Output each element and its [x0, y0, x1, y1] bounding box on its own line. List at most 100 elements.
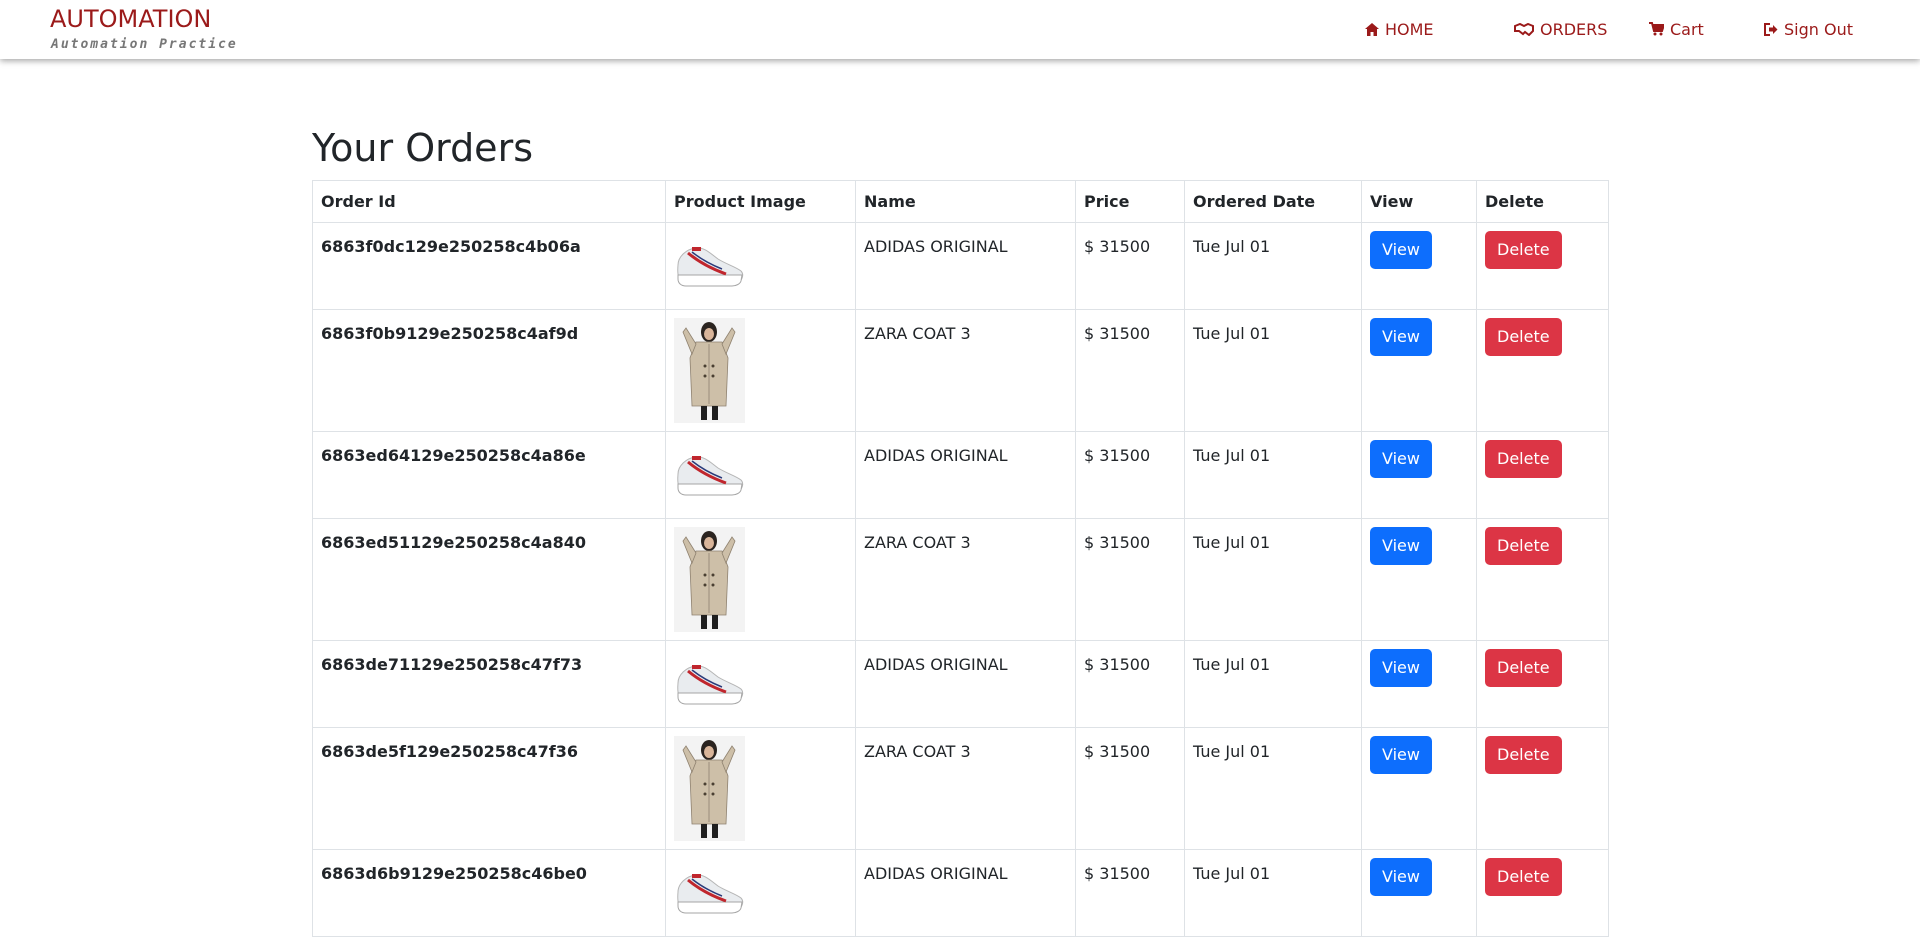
product-image-cell — [665, 309, 856, 432]
table-row: 6863de71129e250258c47f73 ADIDAS ORIGINAL $… — [312, 640, 1609, 728]
table-row: 6863ed64129e250258c4a86e ADIDAS ORIGINAL $… — [312, 431, 1609, 519]
table-row: 6863ed51129e250258c4a840 ZARA COAT 3 $ 315… — [312, 518, 1609, 641]
price-cell: $ 31500 — [1075, 727, 1185, 850]
table-row: 6863de5f129e250258c47f36 ZARA COAT 3 $ 315… — [312, 727, 1609, 850]
ordered-date-cell: Tue Jul 01 — [1184, 727, 1362, 850]
table-row: 6863d6b9129e250258c46be0 ADIDAS ORIGINAL $… — [312, 849, 1609, 937]
order-id-cell: 6863d6b9129e250258c46be0 — [312, 849, 666, 937]
nav-cart-label: Cart — [1670, 19, 1704, 39]
view-button[interactable]: View — [1370, 527, 1432, 565]
orders-table: Order Id Product Image Name Price Ordere… — [312, 180, 1609, 937]
brand-subtitle: Automation Practice — [51, 37, 238, 52]
shoe-product-image — [674, 649, 745, 711]
view-button[interactable]: View — [1370, 231, 1432, 269]
view-button[interactable]: View — [1370, 440, 1432, 478]
order-id-cell: 6863de71129e250258c47f73 — [312, 640, 666, 728]
delete-cell: Delete — [1476, 431, 1609, 519]
ordered-date-cell: Tue Jul 01 — [1184, 640, 1362, 728]
delete-button[interactable]: Delete — [1485, 527, 1562, 565]
ordered-date-cell: Tue Jul 01 — [1184, 849, 1362, 937]
product-name-cell: ZARA COAT 3 — [855, 727, 1076, 850]
view-cell: View — [1361, 518, 1477, 641]
product-name-cell: ZARA COAT 3 — [855, 309, 1076, 432]
coat-product-image — [674, 736, 745, 841]
column-header-view: View — [1361, 180, 1477, 223]
price-cell: $ 31500 — [1075, 222, 1185, 310]
view-button[interactable]: View — [1370, 736, 1432, 774]
view-cell: View — [1361, 222, 1477, 310]
product-image-cell — [665, 727, 856, 850]
brand-title[interactable]: AUTOMATION — [50, 5, 211, 33]
column-header-name: Name — [855, 180, 1076, 223]
price-cell: $ 31500 — [1075, 849, 1185, 937]
shoe-product-image — [674, 440, 745, 502]
nav-sign-out-label: Sign Out — [1784, 19, 1853, 39]
view-button[interactable]: View — [1370, 858, 1432, 896]
nav-home[interactable]: HOME — [1365, 19, 1434, 39]
top-navbar: AUTOMATION Automation Practice HOME ORDE… — [0, 0, 1920, 59]
home-icon — [1365, 22, 1379, 36]
column-header-ordered-date: Ordered Date — [1184, 180, 1362, 223]
product-image-cell — [665, 640, 856, 728]
nav-orders-label: ORDERS — [1540, 19, 1608, 39]
view-button[interactable]: View — [1370, 318, 1432, 356]
ordered-date-cell: Tue Jul 01 — [1184, 309, 1362, 432]
column-header-price: Price — [1075, 180, 1185, 223]
nav-orders[interactable]: ORDERS — [1514, 19, 1607, 39]
page-title: Your Orders — [312, 126, 533, 170]
view-cell: View — [1361, 309, 1477, 432]
delete-button[interactable]: Delete — [1485, 440, 1562, 478]
orders-body: 6863f0dc129e250258c4b06a ADIDAS ORIGINAL $… — [312, 222, 1609, 937]
column-header-delete: Delete — [1476, 180, 1609, 223]
order-id-cell: 6863f0b9129e250258c4af9d — [312, 309, 666, 432]
view-cell: View — [1361, 640, 1477, 728]
shoe-product-image — [674, 858, 745, 920]
view-cell: View — [1361, 849, 1477, 937]
view-cell: View — [1361, 727, 1477, 850]
product-name-cell: ADIDAS ORIGINAL — [855, 431, 1076, 519]
table-row: 6863f0b9129e250258c4af9d ZARA COAT 3 $ 315… — [312, 309, 1609, 432]
product-image-cell — [665, 849, 856, 937]
price-cell: $ 31500 — [1075, 431, 1185, 519]
sign-out-icon — [1764, 22, 1778, 36]
product-name-cell: ZARA COAT 3 — [855, 518, 1076, 641]
view-cell: View — [1361, 431, 1477, 519]
delete-cell: Delete — [1476, 849, 1609, 937]
delete-cell: Delete — [1476, 640, 1609, 728]
column-header-product-image: Product Image — [665, 180, 856, 223]
table-header-row: Order Id Product Image Name Price Ordere… — [312, 180, 1609, 223]
delete-button[interactable]: Delete — [1485, 231, 1562, 269]
nav-cart[interactable]: Cart — [1649, 19, 1704, 39]
ordered-date-cell: Tue Jul 01 — [1184, 431, 1362, 519]
price-cell: $ 31500 — [1075, 309, 1185, 432]
product-image-cell — [665, 431, 856, 519]
nav-home-label: HOME — [1385, 19, 1434, 39]
nav-sign-out[interactable]: Sign Out — [1764, 19, 1853, 39]
delete-button[interactable]: Delete — [1485, 858, 1562, 896]
ordered-date-cell: Tue Jul 01 — [1184, 222, 1362, 310]
shoe-product-image — [674, 231, 745, 293]
delete-cell: Delete — [1476, 309, 1609, 432]
delete-button[interactable]: Delete — [1485, 318, 1562, 356]
product-name-cell: ADIDAS ORIGINAL — [855, 849, 1076, 937]
delete-cell: Delete — [1476, 518, 1609, 641]
coat-product-image — [674, 527, 745, 632]
delete-button[interactable]: Delete — [1485, 736, 1562, 774]
product-image-cell — [665, 222, 856, 310]
view-button[interactable]: View — [1370, 649, 1432, 687]
delete-button[interactable]: Delete — [1485, 649, 1562, 687]
order-id-cell: 6863ed64129e250258c4a86e — [312, 431, 666, 519]
product-name-cell: ADIDAS ORIGINAL — [855, 222, 1076, 310]
ordered-date-cell: Tue Jul 01 — [1184, 518, 1362, 641]
price-cell: $ 31500 — [1075, 518, 1185, 641]
handshake-icon — [1514, 22, 1534, 36]
order-id-cell: 6863f0dc129e250258c4b06a — [312, 222, 666, 310]
product-name-cell: ADIDAS ORIGINAL — [855, 640, 1076, 728]
coat-product-image — [674, 318, 745, 423]
table-row: 6863f0dc129e250258c4b06a ADIDAS ORIGINAL $… — [312, 222, 1609, 310]
order-id-cell: 6863ed51129e250258c4a840 — [312, 518, 666, 641]
product-image-cell — [665, 518, 856, 641]
delete-cell: Delete — [1476, 727, 1609, 850]
price-cell: $ 31500 — [1075, 640, 1185, 728]
column-header-order-id: Order Id — [312, 180, 666, 223]
